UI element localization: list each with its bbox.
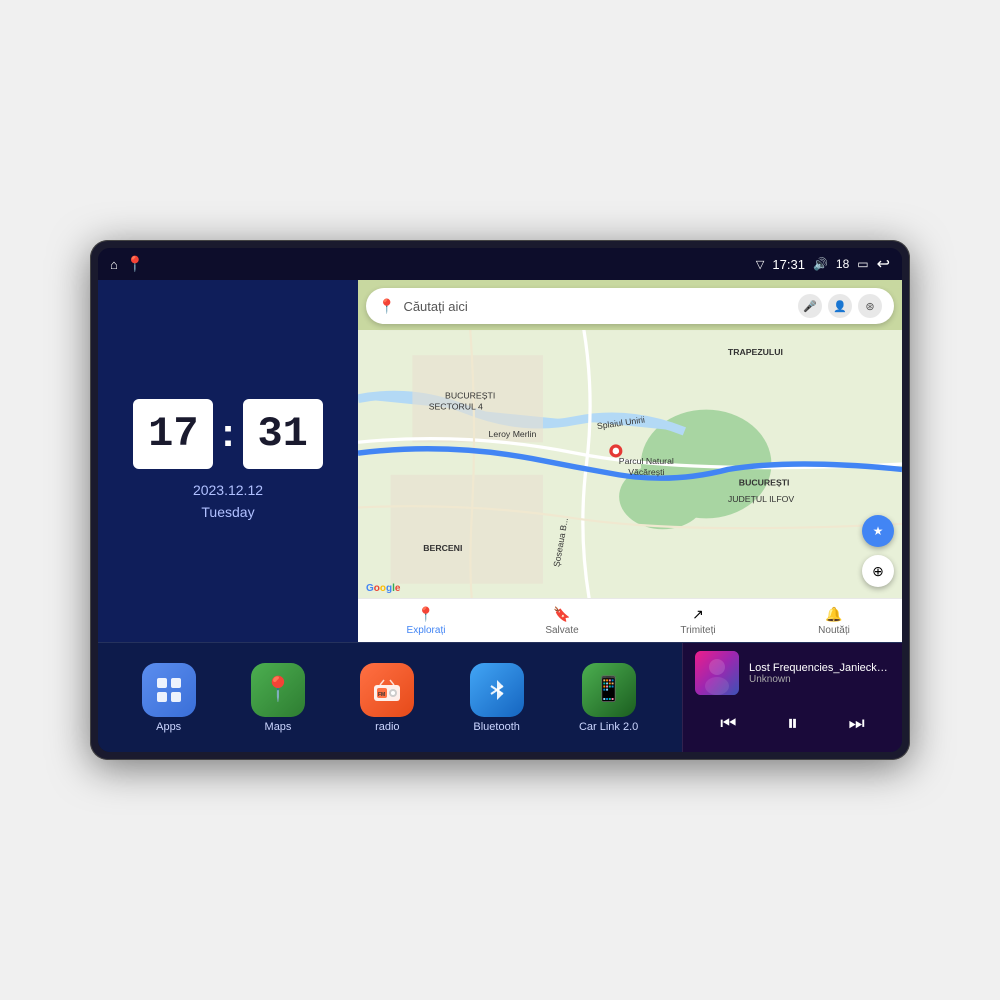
status-bar: ⌂ 📍 ▽ 17:31 🔊 18 ▭ ↩	[98, 248, 902, 280]
map-nav-explore-label: Explorați	[407, 625, 446, 636]
apps-area: Apps 📍 Maps	[98, 643, 682, 752]
layers-icon[interactable]: ⊛	[858, 294, 882, 318]
battery-icon: ▭	[857, 257, 868, 271]
clock-date: 2023.12.12 Tuesday	[193, 479, 263, 524]
app-item-radio[interactable]: FM radio	[360, 663, 414, 733]
svg-text:Văcărești: Văcărești	[628, 467, 664, 477]
svg-text:FM: FM	[378, 692, 385, 698]
carlink-icon: 📱	[582, 663, 636, 717]
clock-display: 17 : 31	[133, 399, 322, 469]
maps-label: Maps	[265, 721, 292, 733]
clock-widget: 17 : 31 2023.12.12 Tuesday	[98, 280, 358, 642]
svg-text:SECTORUL 4: SECTORUL 4	[429, 402, 483, 412]
album-art	[695, 651, 739, 695]
saved-icon: 🔖	[553, 606, 570, 623]
navigate-button[interactable]: ★	[862, 515, 894, 547]
next-button[interactable]: ⏭	[845, 709, 869, 738]
google-logo: Google	[366, 583, 400, 594]
clock-colon: :	[221, 411, 234, 456]
volume-icon: 🔊	[813, 257, 828, 271]
updates-icon: 🔔	[825, 606, 842, 623]
share-icon: ↗	[692, 606, 704, 623]
map-search-icons: 🎤 👤 ⊛	[798, 294, 882, 318]
explore-icon: 📍	[417, 606, 434, 623]
app-item-bluetooth[interactable]: Bluetooth	[470, 663, 524, 733]
bluetooth-icon	[470, 663, 524, 717]
google-maps-pin-icon: 📍	[378, 298, 395, 315]
top-section: 17 : 31 2023.12.12 Tuesday	[98, 280, 902, 642]
home-icon[interactable]: ⌂	[110, 257, 118, 272]
music-title: Lost Frequencies_Janieck Devy-...	[749, 662, 890, 674]
clock-hours: 17	[133, 399, 213, 469]
clock-day-value: Tuesday	[193, 501, 263, 523]
map-nav-saved[interactable]: 🔖 Salvate	[494, 602, 630, 640]
radio-icon: FM	[360, 663, 414, 717]
car-headunit-device: ⌂ 📍 ▽ 17:31 🔊 18 ▭ ↩ 17 :	[90, 240, 910, 760]
svg-text:JUDEȚUL ILFOV: JUDEȚUL ILFOV	[728, 494, 794, 504]
screen: ⌂ 📍 ▽ 17:31 🔊 18 ▭ ↩ 17 :	[98, 248, 902, 752]
volume-level: 18	[836, 257, 849, 271]
radio-label: radio	[375, 721, 399, 733]
map-nav-share-label: Trimiteți	[680, 625, 715, 636]
svg-text:BUCUREȘTI: BUCUREȘTI	[445, 391, 495, 401]
svg-text:BUCUREȘTI: BUCUREȘTI	[739, 478, 790, 488]
map-widget[interactable]: TRAPEZULUI BUCUREȘTI JUDEȚUL ILFOV BERCE…	[358, 280, 902, 642]
svg-text:BERCENI: BERCENI	[423, 543, 462, 553]
signal-icon: ▽	[756, 258, 764, 271]
bluetooth-label: Bluetooth	[473, 721, 519, 733]
music-text: Lost Frequencies_Janieck Devy-... Unknow…	[749, 662, 890, 685]
app-item-carlink[interactable]: 📱 Car Link 2.0	[579, 663, 638, 733]
apps-label: Apps	[156, 721, 181, 733]
map-nav-updates-label: Noutăți	[818, 625, 850, 636]
location-status-icon: 📍	[126, 255, 145, 273]
map-nav-saved-label: Salvate	[545, 625, 578, 636]
app-item-apps[interactable]: Apps	[142, 663, 196, 733]
carlink-label: Car Link 2.0	[579, 721, 638, 733]
clock-minutes: 31	[243, 399, 323, 469]
map-nav-updates[interactable]: 🔔 Noutăți	[766, 602, 902, 640]
apps-icon	[142, 663, 196, 717]
bottom-section: Apps 📍 Maps	[98, 642, 902, 752]
music-artist: Unknown	[749, 674, 890, 685]
music-controls: ⏮ ⏸ ⏭	[695, 702, 890, 744]
album-art-image	[695, 651, 739, 695]
account-icon[interactable]: 👤	[828, 294, 852, 318]
status-bar-right: ▽ 17:31 🔊 18 ▭ ↩	[756, 254, 890, 274]
my-location-button[interactable]: ⊕	[862, 555, 894, 587]
music-player: Lost Frequencies_Janieck Devy-... Unknow…	[682, 643, 902, 752]
maps-icon: 📍	[251, 663, 305, 717]
map-nav-share[interactable]: ↗ Trimiteți	[630, 602, 766, 640]
map-svg: TRAPEZULUI BUCUREȘTI JUDEȚUL ILFOV BERCE…	[358, 330, 902, 598]
play-pause-button[interactable]: ⏸	[783, 706, 802, 740]
back-icon[interactable]: ↩	[877, 254, 890, 274]
main-content: 17 : 31 2023.12.12 Tuesday	[98, 280, 902, 752]
music-info: Lost Frequencies_Janieck Devy-... Unknow…	[695, 651, 890, 695]
voice-search-icon[interactable]: 🎤	[798, 294, 822, 318]
clock-date-value: 2023.12.12	[193, 479, 263, 501]
prev-button[interactable]: ⏮	[716, 709, 740, 738]
crosshair-icon: ⊕	[872, 563, 884, 580]
status-bar-left: ⌂ 📍	[110, 255, 145, 273]
map-bottom-nav: 📍 Explorați 🔖 Salvate ↗ Trimiteți 🔔	[358, 598, 902, 642]
svg-text:Leroy Merlin: Leroy Merlin	[489, 429, 537, 439]
app-item-maps[interactable]: 📍 Maps	[251, 663, 305, 733]
map-search-text: Căutați aici	[403, 299, 790, 314]
map-nav-explore[interactable]: 📍 Explorați	[358, 602, 494, 640]
svg-text:TRAPEZULUI: TRAPEZULUI	[728, 347, 783, 357]
navigate-icon: ★	[873, 524, 884, 538]
map-search-bar[interactable]: 📍 Căutați aici 🎤 👤 ⊛	[366, 288, 894, 324]
status-time: 17:31	[772, 257, 805, 272]
svg-text:Parcul Natural: Parcul Natural	[619, 456, 674, 466]
